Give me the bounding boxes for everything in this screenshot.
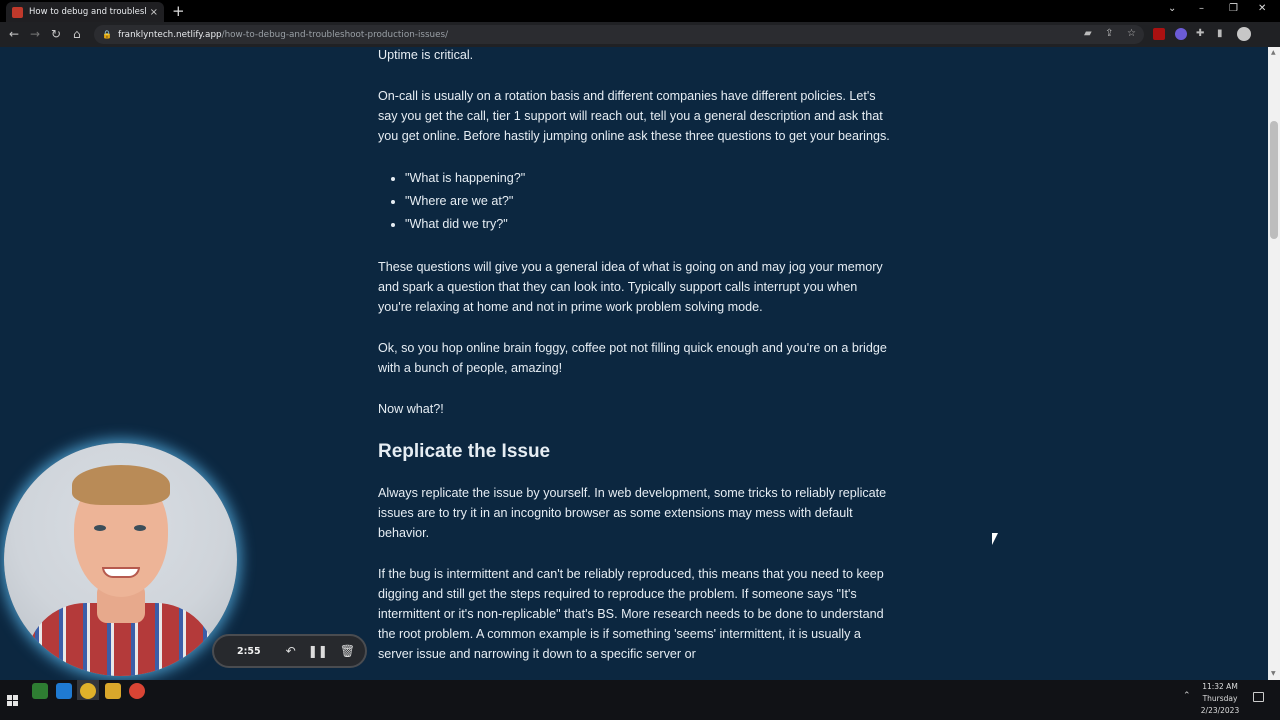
- clock-day: Thursday: [1202, 694, 1238, 703]
- new-tab-button[interactable]: +: [172, 2, 185, 20]
- tab-close-icon[interactable]: ×: [150, 7, 158, 18]
- paragraph-now-what: Now what?!: [378, 402, 444, 416]
- clock[interactable]: 11:32 AM Thursday 2/23/2023: [1198, 682, 1242, 715]
- scroll-thumb[interactable]: [1270, 121, 1278, 239]
- extensions-puzzle-icon[interactable]: ✚: [1196, 28, 1204, 40]
- windows-start-icon[interactable]: [7, 695, 18, 706]
- paragraph-hop-online: Ok, so you hop online brain foggy, coffe…: [378, 341, 887, 375]
- recorder-extension-icon[interactable]: [1153, 28, 1165, 40]
- camera-icon[interactable]: ▰: [1084, 28, 1092, 40]
- reload-icon[interactable]: ↻: [51, 27, 61, 41]
- site-favicon-icon: [12, 6, 23, 18]
- recording-timer: 2:55: [237, 645, 261, 657]
- page-scrollbar[interactable]: ▲ ▼: [1268, 47, 1280, 680]
- clock-date: 2/23/2023: [1200, 706, 1240, 715]
- share-icon[interactable]: ⇪: [1105, 28, 1113, 40]
- bookmark-star-icon[interactable]: ☆: [1127, 28, 1136, 40]
- file-explorer-icon[interactable]: [105, 683, 121, 699]
- tab-search-icon[interactable]: ⌄: [1168, 3, 1176, 14]
- minimize-button[interactable]: –: [1199, 3, 1204, 14]
- delete-icon[interactable]: 🗑: [340, 644, 355, 658]
- forward-icon[interactable]: →: [30, 27, 40, 41]
- webcam-eye: [134, 525, 146, 531]
- notification-center-icon[interactable]: [1253, 692, 1264, 702]
- chrome-app-icon[interactable]: [129, 683, 145, 699]
- webcam-hair: [72, 465, 170, 505]
- scroll-up-arrow-icon[interactable]: ▲: [1271, 49, 1276, 56]
- url-host: franklyntech.netlify.app: [117, 29, 222, 40]
- scroll-down-arrow-icon[interactable]: ▼: [1271, 670, 1276, 677]
- paragraph-oncall: On-call is usually on a rotation basis a…: [378, 89, 890, 143]
- tab-title: How to debug and troubleshoot production…: [29, 7, 146, 17]
- article-body: Uptime is critical. On-call is usually o…: [378, 47, 893, 680]
- questions-list: "What is happening?" "Where are we at?" …: [405, 167, 893, 236]
- clock-time: 11:32 AM: [1202, 682, 1238, 691]
- lock-icon[interactable]: 🔒: [102, 30, 112, 39]
- list-item: "What is happening?": [405, 167, 893, 190]
- extension-icon[interactable]: [1175, 28, 1187, 40]
- tray-overflow-icon[interactable]: ⌃: [1183, 691, 1191, 701]
- browser-toolbar: ← → ↻ ⌂ 🔒 franklyntech.netlify.app /how-…: [0, 22, 1280, 47]
- paragraph-intermittent: If the bug is intermittent and can't be …: [378, 567, 884, 661]
- paragraph-uptime: Uptime is critical.: [378, 48, 474, 62]
- paragraph-replicate: Always replicate the issue by yourself. …: [378, 486, 887, 540]
- home-icon[interactable]: ⌂: [73, 27, 81, 41]
- browser-tab[interactable]: How to debug and troubleshoot production…: [6, 2, 164, 22]
- heading-replicate: Replicate the Issue: [378, 441, 551, 462]
- address-bar[interactable]: 🔒 franklyntech.netlify.app /how-to-debug…: [94, 25, 1144, 44]
- excel-app-icon[interactable]: [32, 683, 48, 699]
- close-window-button[interactable]: ✕: [1258, 3, 1266, 14]
- vscode-app-icon[interactable]: [56, 683, 72, 699]
- side-panel-icon[interactable]: ▮: [1217, 28, 1223, 40]
- restore-button[interactable]: ❐: [1229, 3, 1238, 14]
- chrome-app-icon[interactable]: [80, 683, 96, 699]
- list-item: "What did we try?": [405, 213, 893, 236]
- undo-icon[interactable]: ↶: [286, 644, 296, 658]
- list-item: "Where are we at?": [405, 190, 893, 213]
- recording-controls: 2:55 ↶ ❚❚ 🗑: [212, 634, 367, 668]
- tab-strip: How to debug and troubleshoot production…: [0, 0, 1280, 22]
- webcam-mouth: [102, 567, 140, 578]
- windows-taskbar: ⌃ 11:32 AM Thursday 2/23/2023: [0, 680, 1280, 720]
- back-icon[interactable]: ←: [9, 27, 19, 41]
- pause-icon[interactable]: ❚❚: [308, 644, 328, 658]
- profile-avatar[interactable]: [1237, 27, 1251, 41]
- url-path: /how-to-debug-and-troubleshoot-productio…: [221, 29, 449, 40]
- webcam-bubble[interactable]: [4, 443, 237, 676]
- webcam-eye: [94, 525, 106, 531]
- paragraph-questions: These questions will give you a general …: [378, 260, 883, 314]
- mouse-cursor-icon: [992, 533, 998, 545]
